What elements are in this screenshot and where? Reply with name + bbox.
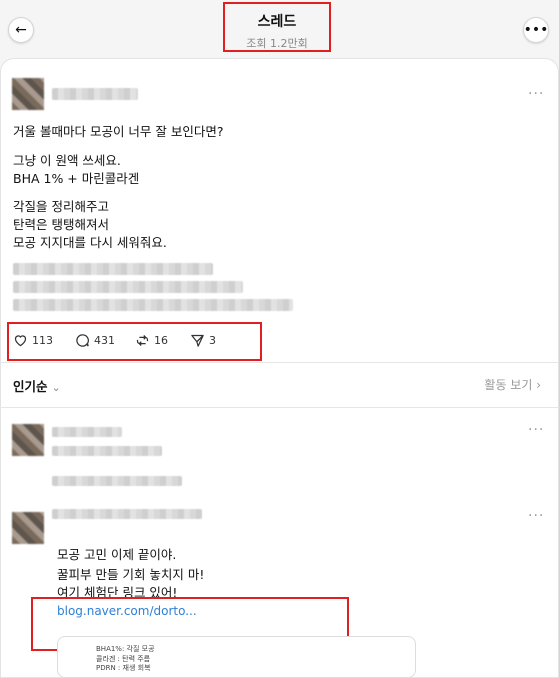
avatar[interactable] (12, 78, 44, 110)
sort-label: 인기순 (13, 379, 48, 394)
chevron-down-icon: ⌄ (51, 381, 61, 394)
view-activity-link[interactable]: 활동 보기 › (484, 376, 541, 393)
divider (0, 407, 559, 408)
repost-icon (136, 335, 149, 346)
post-line-2: 그냥 이 원액 쓰세요. (13, 153, 121, 168)
comment-count: 431 (94, 334, 115, 347)
reply-line-2: 꿀피부 만들 기회 놓치지 마! (57, 567, 205, 582)
username-blurred[interactable] (52, 88, 138, 100)
sort-dropdown[interactable]: 인기순 ⌄ (13, 376, 61, 395)
comment-button[interactable]: 431 (75, 333, 115, 348)
top-bar: ← 스레드 조회 1.2만회 ••• (0, 0, 559, 56)
blurred-text (13, 299, 293, 311)
preview-line: BHA1%: 각질 모공 (96, 645, 155, 653)
blurred-text (13, 263, 213, 275)
post-more-icon[interactable]: ··· (528, 86, 544, 102)
post-line-3: BHA 1% + 마린콜라겐 (13, 171, 140, 186)
share-icon (191, 334, 204, 347)
preview-line: PDRN : 재생 회복 (96, 664, 151, 672)
post-line-4: 각질을 정리해주고 (13, 199, 109, 214)
like-button[interactable]: 113 (13, 333, 53, 347)
comment-icon (76, 334, 89, 347)
post-line-5: 탄력은 탱탱해져서 (13, 217, 109, 232)
reply-more-icon[interactable]: ··· (528, 422, 544, 438)
repost-count: 16 (154, 334, 168, 347)
avatar[interactable] (12, 512, 44, 544)
view-count: 조회 1.2만회 (246, 37, 308, 50)
page-title: 스레드 (257, 14, 297, 30)
title-block: 스레드 조회 1.2만회 (223, 2, 331, 52)
post-line-1: 거울 볼때마다 모공이 너무 잘 보인다면? (13, 124, 224, 139)
more-icon[interactable]: ••• (523, 17, 549, 43)
like-count: 113 (32, 333, 53, 347)
blurred-text (13, 281, 243, 293)
back-arrow-icon[interactable]: ← (8, 17, 34, 43)
repost-button[interactable]: 16 (135, 333, 168, 348)
post-line-6: 모공 지지대를 다시 세워줘요. (13, 235, 167, 250)
avatar[interactable] (12, 424, 44, 456)
heart-icon (14, 335, 27, 347)
username-blurred[interactable] (52, 427, 122, 437)
share-count: 3 (209, 334, 216, 347)
reply-more-icon[interactable]: ··· (528, 508, 544, 524)
reply-link[interactable]: blog.naver.com/dorto... (57, 604, 197, 618)
blurred-text (52, 476, 182, 486)
reply-line-1: 모공 고민 이제 끝이야. (57, 547, 177, 562)
username-blurred[interactable] (52, 509, 202, 519)
share-button[interactable]: 3 (190, 333, 216, 348)
divider (0, 362, 559, 363)
blurred-text (52, 446, 162, 456)
